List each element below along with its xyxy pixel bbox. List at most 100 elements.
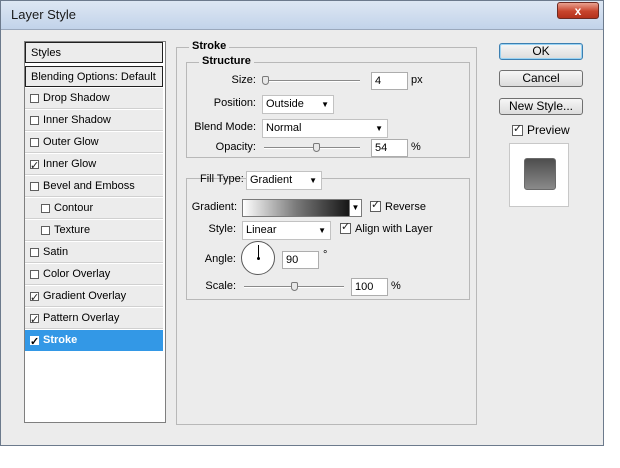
- style-item-label: Contour: [54, 202, 94, 214]
- fill-type-value: Gradient: [250, 174, 293, 186]
- checkbox[interactable]: [30, 94, 39, 103]
- angle-input[interactable]: 90: [282, 251, 319, 269]
- style-item-label: Texture: [54, 224, 91, 236]
- gradient-preview[interactable]: ▼: [242, 199, 362, 217]
- size-unit: px: [411, 74, 423, 86]
- blend-mode-dropdown[interactable]: Normal ▼: [262, 119, 388, 138]
- opacity-slider-thumb[interactable]: [312, 143, 320, 152]
- title-bar: Layer Style x: [1, 1, 603, 30]
- style-item-stroke[interactable]: ✓ Stroke: [25, 330, 163, 351]
- checkbox[interactable]: [41, 226, 50, 235]
- check-icon: ✓: [30, 314, 40, 326]
- align-with-layer-checkbox[interactable]: ✓ Align with Layer: [340, 221, 433, 235]
- gradient-label: Gradient:: [191, 201, 237, 213]
- new-style-button[interactable]: New Style...: [499, 98, 583, 115]
- styles-list: Styles Blending Options: Default Drop Sh…: [24, 41, 166, 423]
- blend-mode-label: Blend Mode:: [194, 121, 256, 133]
- style-item-label: Color Overlay: [43, 268, 111, 280]
- checkbox[interactable]: [30, 270, 39, 279]
- checkbox[interactable]: ✓: [30, 292, 39, 304]
- check-icon: ✓: [341, 221, 351, 233]
- align-with-layer-label: Align with Layer: [355, 223, 433, 235]
- structure-title: Structure: [199, 55, 254, 67]
- checkbox[interactable]: ✓: [512, 123, 523, 136]
- fill-type-dropdown[interactable]: Gradient ▼: [246, 171, 322, 190]
- style-item-label: Outer Glow: [43, 136, 99, 148]
- style-item-pattern-overlay[interactable]: ✓ Pattern Overlay: [25, 308, 163, 329]
- check-icon: ✓: [30, 292, 40, 304]
- layer-style-dialog: Layer Style x Styles Blending Options: D…: [0, 0, 604, 446]
- style-item-satin[interactable]: Satin: [25, 242, 163, 263]
- style-item-inner-shadow[interactable]: Inner Shadow: [25, 110, 163, 131]
- scale-input[interactable]: 100: [351, 278, 388, 296]
- close-button[interactable]: x: [557, 2, 599, 19]
- blend-mode-value: Normal: [266, 122, 302, 134]
- opacity-label: Opacity:: [215, 141, 256, 153]
- style-item-label: Inner Glow: [43, 158, 97, 170]
- style-label: Style:: [208, 223, 236, 235]
- checkbox[interactable]: [30, 182, 39, 191]
- checkbox[interactable]: ✓: [370, 199, 381, 212]
- style-item-bevel-emboss[interactable]: Bevel and Emboss: [25, 176, 163, 197]
- style-item-texture[interactable]: Texture: [25, 220, 163, 241]
- style-item-label: Gradient Overlay: [43, 290, 127, 302]
- style-item-label: Bevel and Emboss: [43, 180, 135, 192]
- style-item-outer-glow[interactable]: Outer Glow: [25, 132, 163, 153]
- position-label: Position:: [213, 97, 256, 109]
- style-item-inner-glow[interactable]: ✓ Inner Glow: [25, 154, 163, 175]
- preview-checkbox[interactable]: ✓ Preview: [512, 123, 570, 137]
- chevron-down-icon: ▼: [375, 124, 383, 133]
- blending-options-item[interactable]: Blending Options: Default: [25, 66, 163, 87]
- position-dropdown[interactable]: Outside ▼: [262, 95, 334, 114]
- dialog-body: Styles Blending Options: Default Drop Sh…: [7, 31, 597, 441]
- style-item-label: Inner Shadow: [43, 114, 111, 126]
- checkbox[interactable]: [30, 116, 39, 125]
- reverse-checkbox[interactable]: ✓ Reverse: [370, 199, 426, 213]
- style-preview: [509, 143, 569, 207]
- checkbox[interactable]: ✓: [30, 314, 39, 326]
- preview-label: Preview: [527, 123, 570, 137]
- window-title: Layer Style: [11, 7, 77, 22]
- style-item-gradient-overlay[interactable]: ✓ Gradient Overlay: [25, 286, 163, 307]
- style-item-color-overlay[interactable]: Color Overlay: [25, 264, 163, 285]
- angle-center-dot: [257, 257, 260, 260]
- scale-unit: %: [391, 280, 401, 292]
- style-value: Linear: [246, 224, 277, 236]
- stroke-title: Stroke: [189, 40, 230, 52]
- chevron-down-icon: ▼: [318, 226, 326, 235]
- style-item-label: Pattern Overlay: [43, 312, 120, 324]
- checkbox[interactable]: [41, 204, 50, 213]
- scale-slider-thumb[interactable]: [291, 282, 298, 291]
- checkbox[interactable]: [30, 248, 39, 257]
- style-item-label: Satin: [43, 246, 69, 258]
- chevron-down-icon[interactable]: ▼: [349, 200, 361, 216]
- ok-button[interactable]: OK: [499, 43, 583, 60]
- angle-unit: °: [323, 249, 328, 261]
- check-icon: ✓: [30, 160, 40, 172]
- checkbox[interactable]: ✓: [30, 160, 39, 172]
- angle-label: Angle:: [204, 253, 236, 265]
- reverse-label: Reverse: [385, 201, 426, 213]
- style-item-label: Stroke: [43, 334, 78, 346]
- scale-label: Scale:: [205, 280, 236, 292]
- cancel-button[interactable]: Cancel: [499, 70, 583, 87]
- style-item-label: Drop Shadow: [43, 92, 110, 104]
- styles-header[interactable]: Styles: [25, 42, 163, 63]
- check-icon: ✓: [513, 123, 523, 135]
- style-item-contour[interactable]: Contour: [25, 198, 163, 219]
- size-label: Size:: [231, 74, 256, 86]
- opacity-unit: %: [411, 141, 421, 153]
- checkbox[interactable]: ✓: [340, 221, 351, 234]
- chevron-down-icon: ▼: [309, 176, 317, 185]
- check-icon: ✓: [371, 199, 381, 211]
- check-icon: ✓: [30, 336, 40, 348]
- checkbox[interactable]: [30, 138, 39, 147]
- size-slider-thumb[interactable]: [261, 76, 269, 85]
- opacity-input[interactable]: 54: [371, 139, 408, 157]
- size-input[interactable]: 4: [371, 72, 408, 90]
- angle-dial[interactable]: [241, 241, 275, 275]
- checkbox[interactable]: ✓: [30, 336, 39, 348]
- style-item-drop-shadow[interactable]: Drop Shadow: [25, 88, 163, 109]
- size-slider-track[interactable]: [264, 80, 360, 82]
- style-dropdown[interactable]: Linear ▼: [242, 221, 331, 240]
